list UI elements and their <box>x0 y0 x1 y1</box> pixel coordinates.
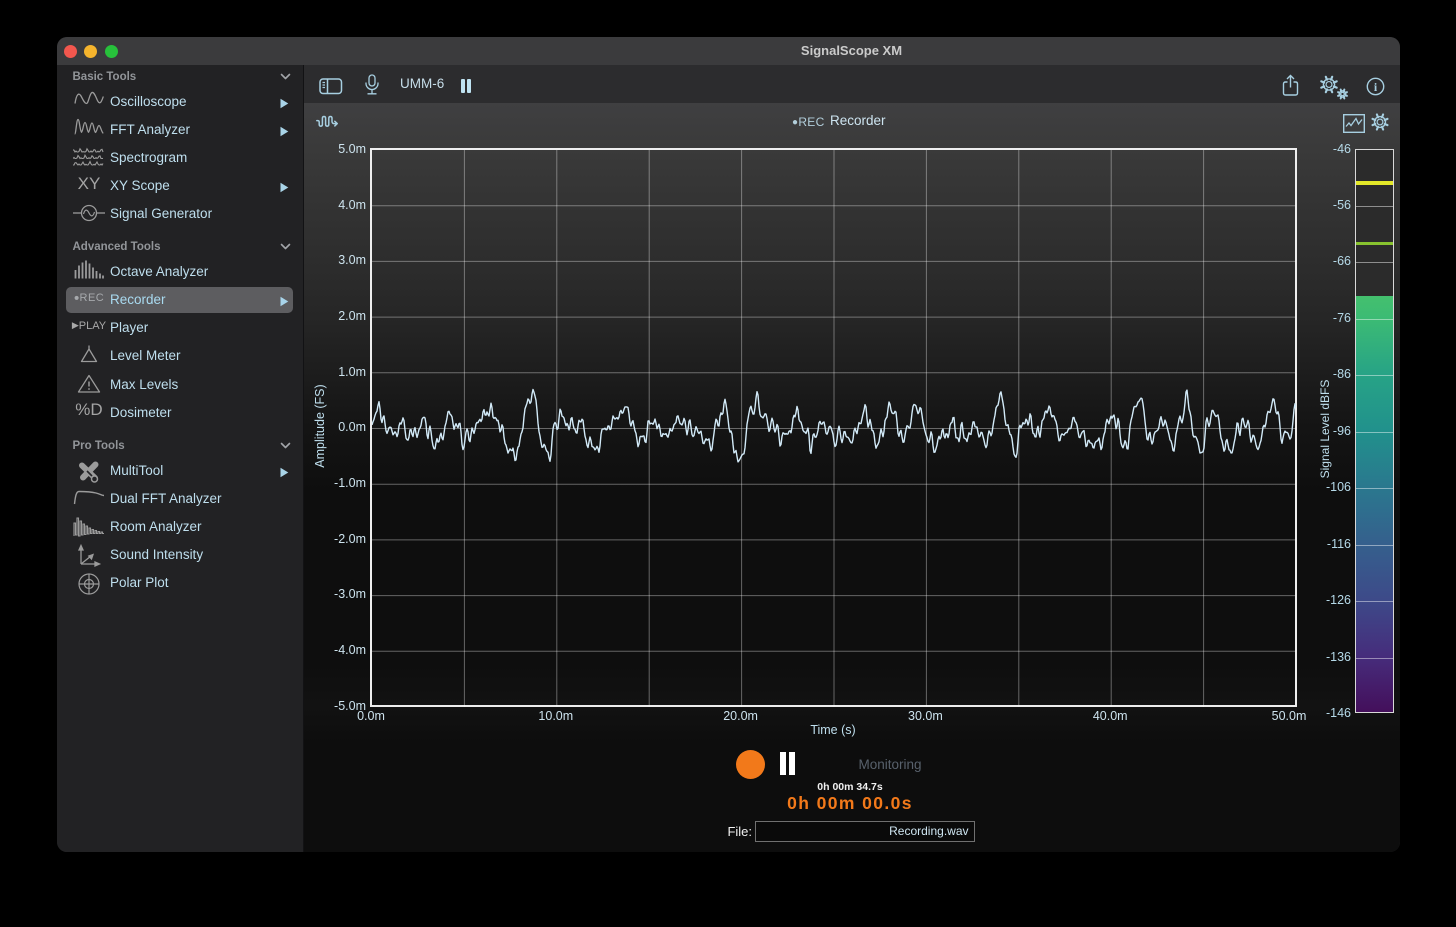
svg-text:i: i <box>1374 80 1378 94</box>
